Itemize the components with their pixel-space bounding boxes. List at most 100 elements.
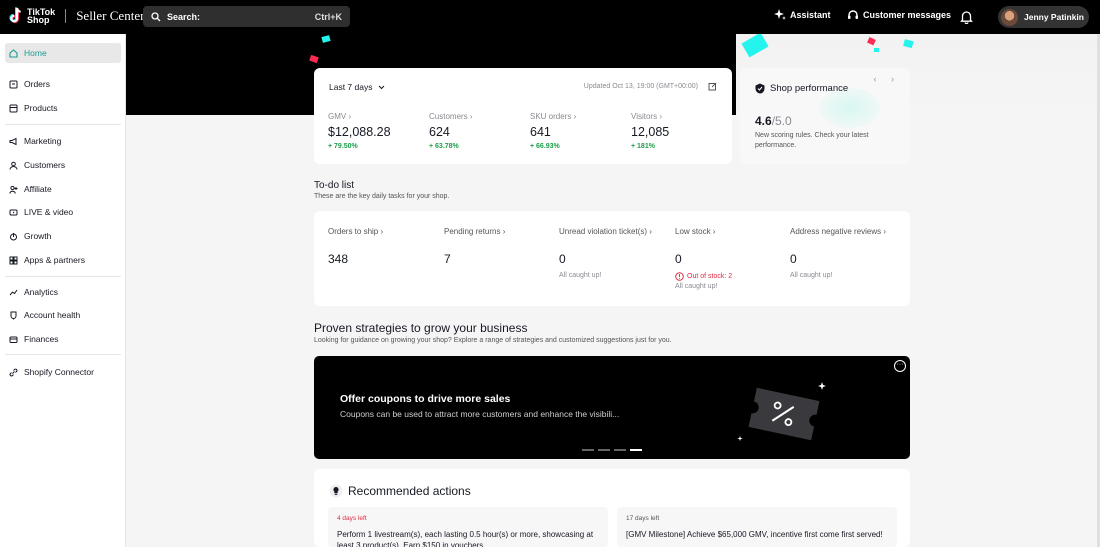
todo-value: 7 bbox=[444, 252, 451, 266]
metric-gmv[interactable]: GMV › $12,088.28 + 79.50% bbox=[328, 112, 428, 150]
metric-sku-orders[interactable]: SKU orders › 641 + 66.93% bbox=[530, 112, 630, 150]
updated-label: Updated Oct 13, 19:00 (GMT+00:00) bbox=[583, 83, 698, 90]
sidebar-item-marketing[interactable]: Marketing bbox=[5, 131, 121, 151]
performance-pager[interactable]: ‹ › bbox=[874, 74, 901, 84]
tiktok-shop-logo[interactable]: TikTok Shop Seller Center bbox=[8, 7, 144, 25]
user-menu[interactable]: Jenny Patinkin bbox=[998, 6, 1089, 28]
strategies-subtitle: Looking for guidance on growing your sho… bbox=[314, 337, 672, 344]
logo-text-shop: Shop bbox=[27, 15, 50, 25]
sidebar-item-products[interactable]: Products bbox=[5, 98, 121, 118]
avatar bbox=[1001, 8, 1018, 26]
assistant-label: Assistant bbox=[790, 10, 831, 20]
todo-label: Low stock bbox=[675, 227, 711, 236]
todo-value: 348 bbox=[328, 252, 349, 266]
orders-icon bbox=[9, 80, 18, 88]
sidebar-item-live-video[interactable]: LIVE & video bbox=[5, 202, 121, 222]
carousel-dot[interactable] bbox=[598, 449, 610, 451]
analytics-icon bbox=[9, 289, 18, 295]
assistant-button[interactable]: Assistant bbox=[774, 9, 831, 21]
period-selector[interactable]: Last 7 days bbox=[329, 82, 386, 92]
performance-score-value: 4.6 bbox=[755, 114, 772, 128]
search-icon bbox=[151, 11, 161, 21]
metric-customers[interactable]: Customers › 624 + 63.78% bbox=[429, 112, 529, 150]
account-health-icon bbox=[10, 311, 17, 319]
todo-value: 0 bbox=[790, 252, 797, 266]
shield-icon bbox=[755, 83, 765, 94]
bell-icon bbox=[960, 11, 973, 24]
todo-item-pending-returns[interactable]: Pending returns › 7 bbox=[444, 227, 554, 266]
todo-item-violation-tickets[interactable]: Unread violation ticket(s) › 0 All caugh… bbox=[559, 227, 669, 279]
todo-note: All caught up! bbox=[790, 272, 833, 279]
apps-icon bbox=[9, 256, 18, 264]
growth-icon bbox=[10, 232, 17, 240]
megaphone-icon bbox=[9, 137, 17, 145]
sidebar-item-account-health[interactable]: Account health bbox=[5, 305, 121, 325]
sidebar-item-label: Shopify Connector bbox=[24, 367, 94, 377]
todo-note: All caught up! bbox=[675, 283, 718, 290]
notifications-button[interactable] bbox=[960, 10, 977, 24]
performance-description: New scoring rules. Check your latest per… bbox=[755, 132, 869, 149]
carousel-dot-active[interactable] bbox=[630, 449, 642, 451]
sidebar-item-label: Affiliate bbox=[24, 184, 52, 194]
search-input[interactable]: Search: Ctrl+K bbox=[143, 6, 350, 27]
todo-item-orders-to-ship[interactable]: Orders to ship › 348 bbox=[328, 227, 438, 266]
metric-label: Customers bbox=[429, 112, 468, 121]
banner-subtitle: Coupons can be used to attract more cust… bbox=[340, 409, 620, 419]
link-icon bbox=[9, 368, 18, 376]
recommended-text: [GMV Milestone] Achieve $65,000 GMV, inc… bbox=[626, 530, 883, 539]
sidebar-divider bbox=[5, 276, 121, 277]
chevron-down-icon bbox=[379, 85, 385, 89]
metric-value: 624 bbox=[429, 125, 450, 139]
todo-label: Unread violation ticket(s) bbox=[559, 227, 648, 236]
carousel-dots[interactable] bbox=[582, 449, 646, 451]
todo-item-negative-reviews[interactable]: Address negative reviews › 0 All caught … bbox=[790, 227, 900, 279]
sidebar-item-label: Account health bbox=[24, 310, 81, 320]
recommended-item[interactable]: 17 days left [GMV Milestone] Achieve $65… bbox=[617, 507, 897, 547]
metric-value: 641 bbox=[530, 125, 551, 139]
export-icon[interactable] bbox=[708, 82, 717, 91]
updated-time: Updated Oct 13, 19:00 (GMT+00:00) bbox=[584, 82, 717, 91]
strategy-carousel[interactable]: Offer coupons to drive more sales Coupon… bbox=[314, 356, 910, 459]
metric-change: + 79.50% bbox=[328, 143, 358, 150]
sidebar-item-apps-partners[interactable]: Apps & partners bbox=[5, 250, 121, 270]
metric-change: + 63.78% bbox=[429, 143, 459, 150]
strategies-title: Proven strategies to grow your business bbox=[314, 321, 528, 335]
performance-glow bbox=[820, 88, 880, 128]
metric-visitors[interactable]: Visitors › 12,085 + 181% bbox=[631, 112, 731, 150]
sidebar-item-home[interactable]: Home bbox=[5, 43, 121, 63]
banner-title: Offer coupons to drive more sales bbox=[340, 393, 511, 405]
tiktok-logo-icon bbox=[8, 7, 24, 25]
carousel-dot[interactable] bbox=[582, 449, 594, 451]
recommended-item[interactable]: 4 days left Perform 1 livestream(s), eac… bbox=[328, 507, 608, 547]
shop-performance-card[interactable]: ‹ › Shop performance 4.6/5.0 New scoring… bbox=[740, 68, 910, 164]
search-placeholder: Search: bbox=[167, 11, 201, 22]
metric-label: SKU orders bbox=[530, 112, 572, 121]
sidebar-divider bbox=[5, 354, 121, 355]
finances-icon bbox=[9, 336, 18, 343]
days-left: 4 days left bbox=[337, 515, 367, 522]
sidebar-item-label: Customers bbox=[24, 160, 66, 170]
search-shortcut: Ctrl+K bbox=[314, 11, 342, 22]
customer-messages-button[interactable]: Customer messages bbox=[847, 9, 951, 21]
more-options-icon[interactable]: ··· bbox=[894, 360, 906, 372]
sidebar-item-shopify-connector[interactable]: Shopify Connector bbox=[5, 362, 121, 382]
out-of-stock-alert[interactable]: Out of stock: 2 bbox=[675, 272, 785, 281]
metric-label: GMV bbox=[328, 112, 347, 121]
sidebar-item-label: Growth bbox=[24, 231, 52, 241]
metric-change: + 181% bbox=[631, 143, 655, 150]
sidebar-item-analytics[interactable]: Analytics bbox=[5, 282, 121, 302]
user-name: Jenny Patinkin bbox=[1024, 12, 1084, 22]
carousel-dot[interactable] bbox=[614, 449, 626, 451]
sidebar-item-finances[interactable]: Finances bbox=[5, 329, 121, 349]
top-bar: TikTok Shop Seller Center Search: Ctrl+K… bbox=[0, 0, 1100, 34]
todo-item-low-stock[interactable]: Low stock › 0 Out of stock: 2 All caught… bbox=[675, 227, 785, 290]
home-icon bbox=[9, 48, 18, 58]
period-label: Last 7 days bbox=[329, 82, 373, 92]
sidebar-item-label: Home bbox=[24, 48, 47, 58]
sidebar-item-growth[interactable]: Growth bbox=[5, 226, 121, 246]
performance-score-max: /5.0 bbox=[771, 114, 792, 128]
sidebar-item-customers[interactable]: Customers bbox=[5, 155, 121, 175]
metric-change: + 66.93% bbox=[530, 143, 560, 150]
sidebar-item-affiliate[interactable]: Affiliate bbox=[5, 179, 121, 199]
sidebar-item-orders[interactable]: Orders bbox=[5, 74, 121, 94]
